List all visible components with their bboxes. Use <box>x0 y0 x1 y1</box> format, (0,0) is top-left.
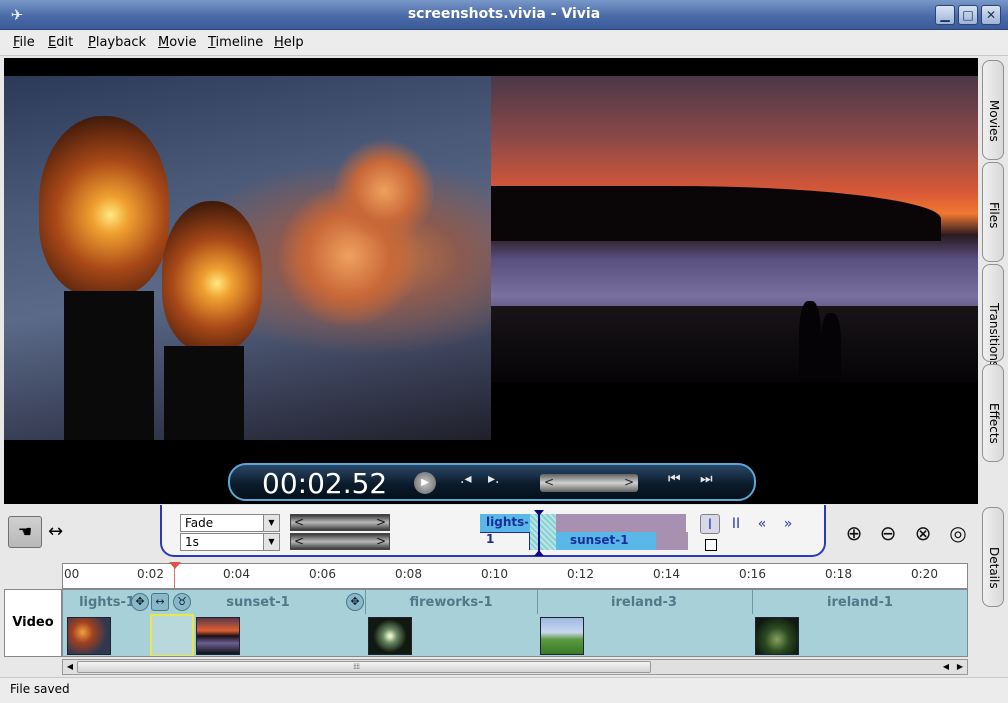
transition-param-slider-2[interactable]: < > <box>290 533 390 550</box>
thumbnail-fireworks-1 <box>368 617 412 655</box>
tab-files[interactable]: Files <box>982 162 1004 262</box>
tab-details[interactable]: Details <box>982 507 1004 607</box>
thumbnail-ireland-1 <box>755 617 799 655</box>
scrollbar-thumb[interactable] <box>77 661 651 673</box>
tick-label: 0:20 <box>911 567 938 581</box>
preview-frame-lights <box>4 76 491 440</box>
maximize-button[interactable]: □ <box>958 5 978 25</box>
prev-frame-icon[interactable]: .◂ <box>460 471 471 487</box>
scroll-left-icon[interactable]: ◀ <box>63 660 77 674</box>
thumbnail-sunset-1 <box>196 617 240 655</box>
transition-clip-a[interactable]: lights-1 <box>480 514 529 546</box>
thumbnail-lights-1 <box>67 617 111 655</box>
window-title: screenshots.vivia - Vivia <box>407 6 601 22</box>
clip-fireworks-1[interactable]: fireworks-1 <box>365 593 537 613</box>
menu-movie[interactable]: Movie <box>158 35 196 50</box>
next-frame-icon[interactable]: ▸. <box>488 471 499 487</box>
transition-position-marker[interactable] <box>534 510 548 556</box>
clip-ireland-3[interactable]: ireland-3 <box>537 593 751 613</box>
clip-sunset-1[interactable]: sunset-1 <box>193 593 323 613</box>
menu-playback[interactable]: Playback <box>88 35 146 50</box>
tick-label: 0:08 <box>395 567 422 581</box>
transition-block[interactable] <box>150 614 194 656</box>
transition-type-select[interactable]: Fade ▼ <box>180 514 280 532</box>
resize-handle-icon[interactable]: ↔ <box>151 593 169 611</box>
track-label-video: Video <box>4 589 62 657</box>
clip-ireland-1[interactable]: ireland-1 <box>752 593 967 613</box>
tab-effects[interactable]: Effects <box>982 364 1004 462</box>
preview-frame-sunset <box>491 76 978 382</box>
chevron-down-icon: ▼ <box>263 534 279 550</box>
menu-edit[interactable]: Edit <box>48 35 73 50</box>
resize-arrow-icon[interactable]: ↔ <box>48 521 63 542</box>
tick-label: 0:02 <box>137 567 164 581</box>
playhead[interactable] <box>169 562 181 575</box>
status-message: File saved <box>10 682 70 696</box>
hand-icon[interactable]: ☚ <box>8 516 42 548</box>
tick-label: 00 <box>64 567 80 581</box>
tick-label: 0:06 <box>309 567 336 581</box>
video-track[interactable]: lights-1 sunset-1 fireworks-1 ireland-3 … <box>62 589 968 657</box>
align-end-icon[interactable]: II <box>726 514 746 534</box>
transition-param-slider-1[interactable]: < > <box>290 514 390 531</box>
timeline-scrollbar[interactable]: ◀ ⁞⁞⁞⁞ ◀ ▶ <box>62 659 968 675</box>
playback-controller: 00:02.52 ▶ .◂ ▸. < > ⏮ ⏭ <box>228 463 756 501</box>
zoom-in-icon[interactable]: ⊕ <box>840 519 868 547</box>
transition-panel: Fade ▼ 1s ▼ < > < > lights-1 sunset-1 I II «… <box>160 505 826 557</box>
tick-label: 0:12 <box>567 567 594 581</box>
menu-help[interactable]: Help <box>274 35 304 50</box>
align-start-icon[interactable]: I <box>700 514 720 534</box>
timecode-display: 00:02.52 <box>262 467 388 500</box>
go-start-icon[interactable]: ⏮ <box>668 471 681 487</box>
tick-label: 0:18 <box>825 567 852 581</box>
tick-label: 0:10 <box>481 567 508 581</box>
move-handle-icon[interactable]: ✥ <box>131 593 149 611</box>
minimize-button[interactable]: ▁ <box>935 5 955 25</box>
chevron-down-icon: ▼ <box>263 515 279 531</box>
tick-label: 0:16 <box>739 567 766 581</box>
forward-icon[interactable]: » <box>778 514 798 534</box>
status-bar: File saved <box>0 677 1008 703</box>
transition-checkbox[interactable] <box>705 539 717 551</box>
zoom-select-icon[interactable]: ◎ <box>944 519 972 547</box>
transition-duration-select[interactable]: 1s ▼ <box>180 533 280 551</box>
scroll-left-icon[interactable]: ◀ <box>939 660 953 674</box>
tick-label: 0:04 <box>223 567 250 581</box>
transition-handle-icon[interactable]: ♉ <box>173 593 191 611</box>
tab-movies[interactable]: Movies <box>982 60 1004 160</box>
zoom-fit-icon[interactable]: ⊗ <box>909 519 937 547</box>
close-button[interactable]: ✕ <box>981 5 1001 25</box>
menu-bar: File Edit Playback Movie Timeline Help <box>0 30 1008 56</box>
play-button[interactable]: ▶ <box>414 472 436 494</box>
transition-clip-b[interactable]: sunset-1 <box>556 532 656 550</box>
tab-transitions[interactable]: Transitions <box>982 264 1004 367</box>
rewind-icon[interactable]: « <box>752 514 772 534</box>
zoom-out-icon[interactable]: ⊖ <box>874 519 902 547</box>
thumbnail-ireland-3 <box>540 617 584 655</box>
go-end-icon[interactable]: ⏭ <box>700 471 713 487</box>
menu-timeline[interactable]: Timeline <box>208 35 263 50</box>
timeline-ruler[interactable]: 00 0:02 0:04 0:06 0:08 0:10 0:12 0:14 0:… <box>62 562 968 589</box>
menu-file[interactable]: File <box>13 35 35 50</box>
video-viewer[interactable]: 00:02.52 ▶ .◂ ▸. < > ⏮ ⏭ <box>4 58 978 504</box>
title-bar: ✈ screenshots.vivia - Vivia ▁ □ ✕ <box>0 0 1008 30</box>
move-handle-icon[interactable]: ✥ <box>346 593 364 611</box>
shuttle-slider[interactable]: < > <box>540 474 638 492</box>
tick-label: 0:14 <box>653 567 680 581</box>
scroll-right-icon[interactable]: ▶ <box>953 660 967 674</box>
